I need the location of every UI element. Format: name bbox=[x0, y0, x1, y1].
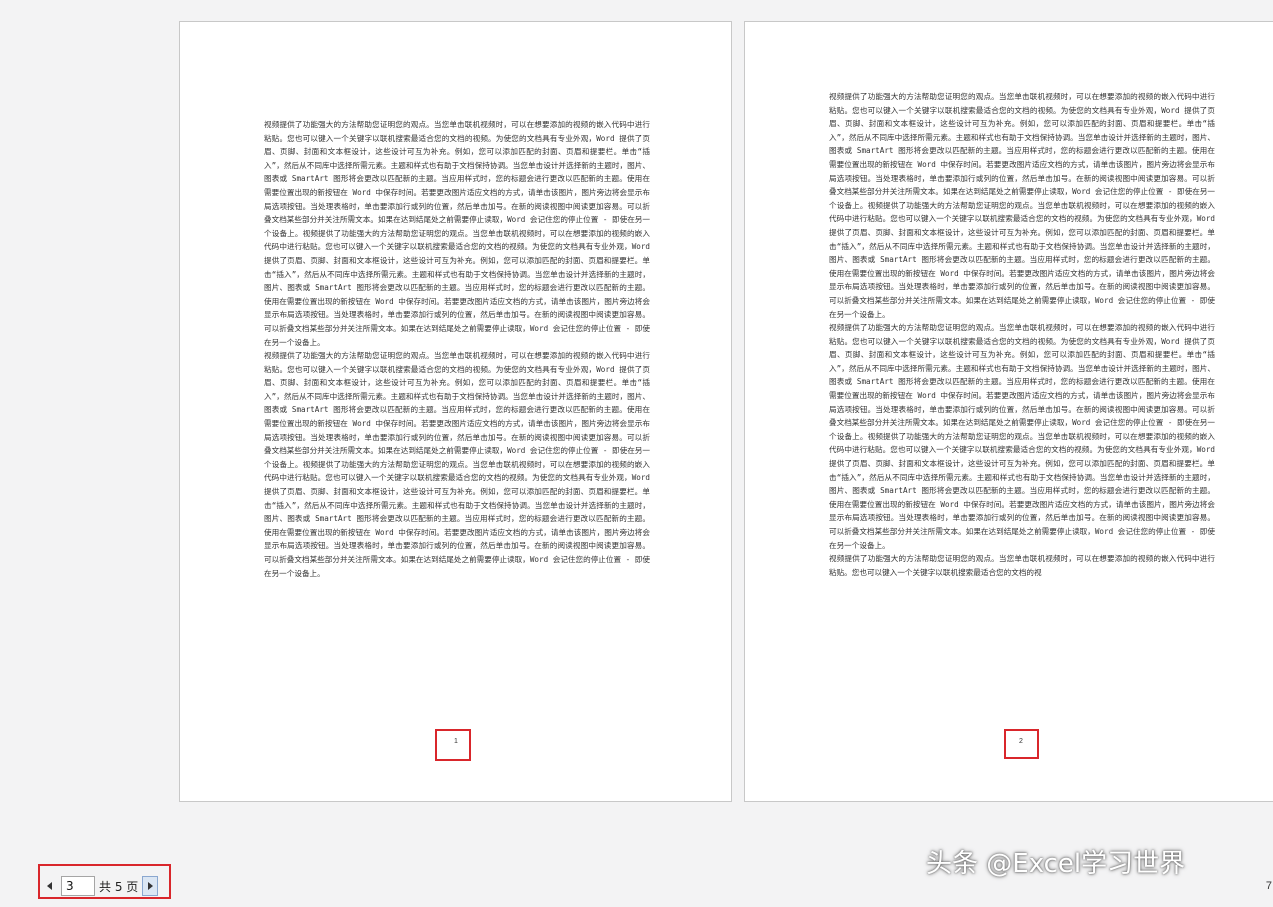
current-page-input[interactable] bbox=[61, 876, 95, 896]
page-body-text: 视频提供了功能强大的方法帮助您证明您的观点。当您单击联机视频时，可以在想要添加的… bbox=[264, 118, 650, 718]
print-preview-area: 视频提供了功能强大的方法帮助您证明您的观点。当您单击联机视频时，可以在想要添加的… bbox=[0, 0, 1273, 850]
triangle-right-icon bbox=[147, 882, 153, 890]
body-paragraph: 视频提供了功能强大的方法帮助您证明您的观点。当您单击联机视频时，可以在想要添加的… bbox=[264, 120, 650, 347]
preview-page-1: 视频提供了功能强大的方法帮助您证明您的观点。当您单击联机视频时，可以在想要添加的… bbox=[179, 21, 732, 802]
page-number-highlight bbox=[435, 729, 471, 761]
total-pages-label: 共 5 页 bbox=[99, 879, 139, 894]
zoom-level-fragment: 7 bbox=[1265, 880, 1272, 892]
body-paragraph: 视频提供了功能强大的方法帮助您证明您的观点。当您单击联机视频时，可以在想要添加的… bbox=[829, 323, 1215, 550]
triangle-left-icon bbox=[46, 882, 52, 890]
page-number-highlight bbox=[1004, 729, 1039, 759]
page-navigator: 共 5 页 bbox=[40, 875, 159, 897]
next-page-button[interactable] bbox=[142, 876, 159, 896]
watermark-text: 头条 @Excel学习世界 bbox=[926, 849, 1186, 879]
preview-page-2: 视频提供了功能强大的方法帮助您证明您的观点。当您单击联机视频时，可以在想要添加的… bbox=[744, 21, 1273, 802]
body-paragraph: 视频提供了功能强大的方法帮助您证明您的观点。当您单击联机视频时，可以在想要添加的… bbox=[264, 351, 650, 578]
body-paragraph: 视频提供了功能强大的方法帮助您证明您的观点。当您单击联机视频时，可以在想要添加的… bbox=[829, 554, 1215, 577]
body-paragraph: 视频提供了功能强大的方法帮助您证明您的观点。当您单击联机视频时，可以在想要添加的… bbox=[829, 92, 1215, 319]
previous-page-button[interactable] bbox=[41, 876, 57, 896]
page-body-text: 视频提供了功能强大的方法帮助您证明您的观点。当您单击联机视频时，可以在想要添加的… bbox=[829, 90, 1215, 730]
